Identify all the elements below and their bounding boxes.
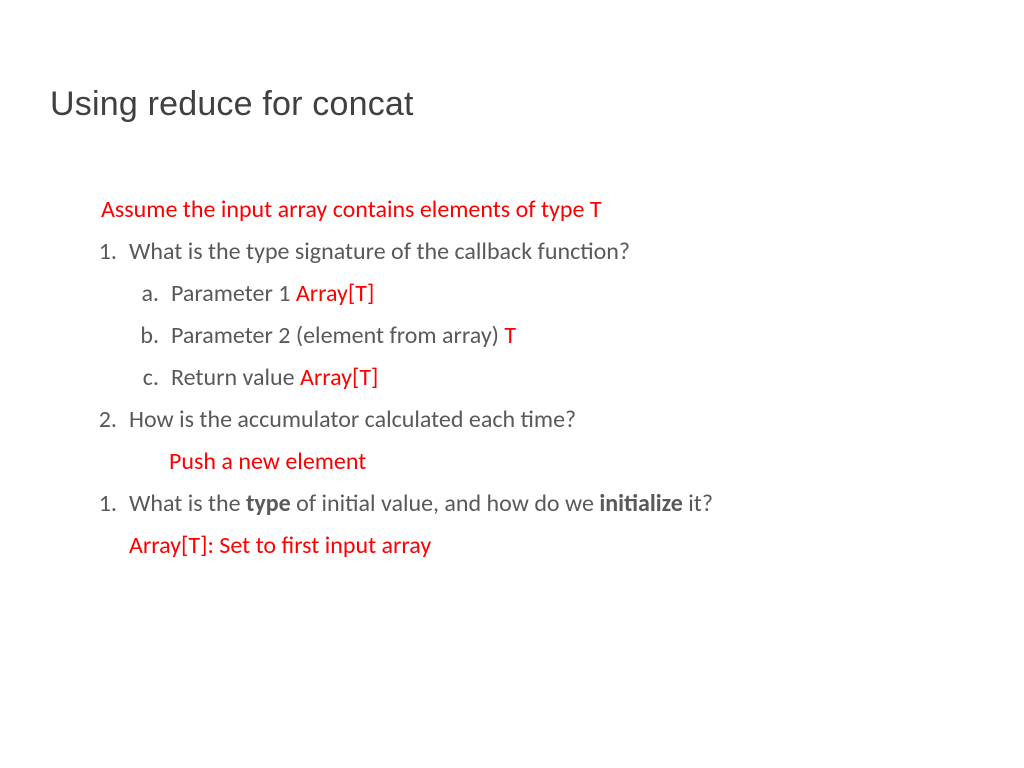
- q1-number: 1.: [95, 234, 129, 270]
- q2-number: 2.: [95, 402, 129, 438]
- q1-text: What is the type signature of the callba…: [129, 234, 974, 270]
- q1-item-c: c. Return value Array[T]: [137, 360, 974, 396]
- question-2: 2. How is the accumulator calculated eac…: [95, 402, 974, 438]
- q3-answer: Array[T]: Set to first input array: [95, 528, 974, 564]
- question-3: 1. What is the type of initial value, an…: [95, 486, 974, 522]
- q2-answer: Push a new element: [95, 444, 974, 480]
- q1c-letter: c.: [137, 360, 171, 396]
- question-1: 1. What is the type signature of the cal…: [95, 234, 974, 270]
- intro-assumption: Assume the input array contains elements…: [95, 192, 974, 228]
- q1-item-b: b. Parameter 2 (element from array) T: [137, 318, 974, 354]
- slide-content: Assume the input array contains elements…: [50, 192, 974, 564]
- slide-title: Using reduce for concat: [50, 85, 974, 124]
- q1-item-a: a. Parameter 1 Array[T]: [137, 276, 974, 312]
- q1-sublist: a. Parameter 1 Array[T] b. Parameter 2 (…: [95, 276, 974, 396]
- q2-text: How is the accumulator calculated each t…: [129, 402, 974, 438]
- q1c-text: Return value Array[T]: [171, 360, 974, 396]
- q1b-letter: b.: [137, 318, 171, 354]
- q3-text: What is the type of initial value, and h…: [129, 486, 974, 522]
- q1a-letter: a.: [137, 276, 171, 312]
- q3-number: 1.: [95, 486, 129, 522]
- q1a-text: Parameter 1 Array[T]: [171, 276, 974, 312]
- q1b-text: Parameter 2 (element from array) T: [171, 318, 974, 354]
